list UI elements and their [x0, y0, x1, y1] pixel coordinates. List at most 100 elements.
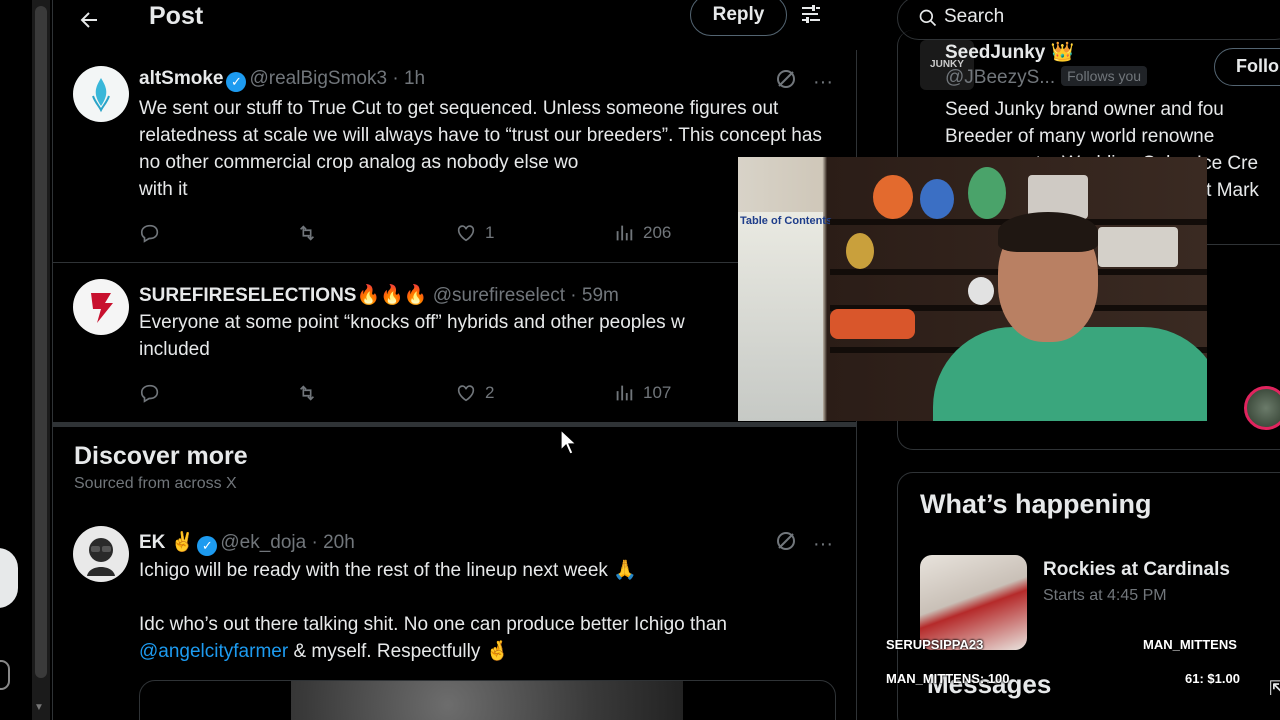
- post-time[interactable]: · 20h: [311, 532, 354, 553]
- more-options-icon[interactable]: ···: [813, 533, 833, 556]
- repost-action[interactable]: [296, 382, 318, 404]
- post-actions: 1 206: [139, 222, 839, 246]
- grok-icon[interactable]: [775, 530, 797, 558]
- toy-figure: [846, 233, 874, 269]
- post-time[interactable]: · 1h: [392, 68, 425, 89]
- post-text-tail: with it: [139, 179, 188, 200]
- stream-overlay-line-2: 61: $1.00: [1185, 671, 1240, 686]
- more-options-icon[interactable]: ···: [813, 71, 833, 94]
- author-handle[interactable]: @ek_doja: [220, 532, 306, 553]
- author-handle[interactable]: @surefireselect: [433, 285, 565, 306]
- wall-poster: [738, 212, 823, 421]
- scrollbar-thumb[interactable]: [35, 6, 47, 678]
- like-count: 1: [485, 223, 495, 242]
- follows-you-badge: Follows you: [1061, 66, 1148, 86]
- expand-messages-icon[interactable]: ⇱: [1269, 676, 1280, 701]
- reply-action[interactable]: [139, 222, 161, 244]
- discover-more-title: Discover more: [74, 442, 248, 470]
- discover-more-subtitle: Sourced from across X: [74, 475, 237, 492]
- search-placeholder: Search: [944, 6, 1005, 27]
- post-header: SUREFIRESELECTIONS🔥🔥🔥 @surefireselect · …: [139, 283, 619, 307]
- post-tools: ···: [775, 530, 833, 558]
- heart-icon: [457, 385, 475, 402]
- toy-figure: [873, 175, 913, 219]
- account-icon[interactable]: [0, 660, 10, 690]
- post-time[interactable]: · 59m: [570, 285, 619, 306]
- reply-post-altsmoke[interactable]: altSmoke ✓ @realBigSmok3 · 1h ··· We sent …: [53, 50, 857, 263]
- author-handle[interactable]: @realBigSmok3: [249, 68, 387, 89]
- post-line-2-end: & myself. Respectfully 🤞: [288, 641, 510, 662]
- views-action[interactable]: 206: [613, 222, 671, 244]
- like-action[interactable]: 1: [455, 222, 494, 244]
- webcam-overlay: Table of Contents: [738, 157, 1207, 421]
- post-media-image[interactable]: [291, 681, 683, 720]
- streamer-shirt: [933, 327, 1207, 421]
- streamer: [913, 212, 1207, 421]
- grok-icon[interactable]: [775, 68, 797, 96]
- reply-button[interactable]: Reply: [690, 0, 787, 36]
- top-bar: Post Reply: [53, 0, 857, 50]
- heart-icon: [457, 225, 475, 242]
- reply-post-surefire[interactable]: SUREFIRESELECTIONS🔥🔥🔥 @surefireselect · …: [53, 263, 857, 423]
- suggested-user-handle-row: @JBeezyS... Follows you: [945, 66, 1148, 89]
- sliders-icon[interactable]: [799, 2, 823, 26]
- mouse-cursor-icon: [560, 429, 578, 455]
- post-text-body: Everyone at some point “knocks off” hybr…: [139, 312, 685, 333]
- like-count: 2: [485, 383, 495, 402]
- stream-overlay-user-1: SERUPSIPPA23: [886, 637, 984, 652]
- trend-name[interactable]: Rockies at Cardinals: [1043, 559, 1230, 581]
- post-line-1: Ichigo will be ready with the rest of th…: [139, 560, 637, 581]
- shelf-sign: [830, 309, 915, 339]
- stream-overlay-user-2: MAN_MITTENS: [1143, 637, 1237, 652]
- back-arrow-icon[interactable]: [77, 2, 101, 39]
- repost-icon: [299, 385, 315, 401]
- views-icon: [616, 385, 633, 401]
- mention-link[interactable]: @angelcityfarmer: [139, 641, 288, 662]
- left-rail: ▼: [0, 0, 52, 720]
- search-icon: [919, 9, 937, 27]
- post-compose-button[interactable]: [0, 548, 18, 608]
- author-name[interactable]: EK ✌️: [139, 532, 194, 553]
- post-header: altSmoke ✓ @realBigSmok3 · 1h: [139, 68, 425, 92]
- avatar[interactable]: [73, 526, 129, 582]
- stream-overlay-line-1: MAN_MITTENS: 100: [886, 671, 1010, 686]
- view-count: 107: [643, 383, 672, 402]
- whats-happening-title: What’s happening: [920, 489, 1152, 519]
- section-divider: [53, 423, 857, 427]
- post-line-2: Idc who’s out there talking shit. No one…: [139, 614, 727, 635]
- reply-action[interactable]: [139, 382, 161, 404]
- author-name[interactable]: altSmoke: [139, 68, 223, 89]
- verified-badge-icon: ✓: [197, 536, 218, 556]
- post-media-card[interactable]: [139, 680, 836, 720]
- bio-line: Breeder of many world renowne: [945, 126, 1215, 147]
- follow-button[interactable]: Follo: [1214, 48, 1280, 86]
- post-text-tail: included: [139, 339, 210, 360]
- bio-line: Seed Junky brand owner and fou: [945, 99, 1224, 120]
- poster-text: Table of Contents: [740, 215, 833, 227]
- like-action[interactable]: 2: [455, 382, 494, 404]
- scroll-down-arrow-icon[interactable]: ▼: [34, 702, 44, 713]
- toy-figure: [920, 179, 954, 219]
- post-text: Ichigo will be ready with the rest of th…: [139, 557, 839, 665]
- trend-image[interactable]: [920, 555, 1027, 650]
- post-tools: ···: [775, 68, 833, 96]
- views-icon: [616, 225, 633, 241]
- avatar[interactable]: [73, 66, 129, 122]
- post-text: Everyone at some point “knocks off” hybr…: [139, 309, 839, 363]
- post-text: We sent our stuff to True Cut to get seq…: [139, 95, 839, 203]
- suggested-user-handle[interactable]: @JBeezyS...: [945, 67, 1055, 88]
- page-title: Post: [149, 2, 204, 30]
- reply-icon: [140, 224, 159, 243]
- avatar[interactable]: [73, 279, 129, 335]
- post-actions: 2 107: [139, 382, 839, 406]
- stream-avatar-icon: [1244, 386, 1280, 430]
- post-header: EK ✌️ ✓ @ek_doja · 20h: [139, 530, 355, 556]
- verified-badge-icon: ✓: [226, 72, 247, 92]
- author-name[interactable]: SUREFIRESELECTIONS🔥🔥🔥: [139, 285, 427, 306]
- view-count: 206: [643, 223, 672, 242]
- main-column: Post Reply altSmoke ✓ @realBigSmok3 · 1h ·…: [52, 0, 857, 720]
- suggested-user-name[interactable]: SeedJunky 👑: [945, 40, 1074, 64]
- repost-icon: [299, 225, 315, 241]
- views-action[interactable]: 107: [613, 382, 671, 404]
- repost-action[interactable]: [296, 222, 318, 244]
